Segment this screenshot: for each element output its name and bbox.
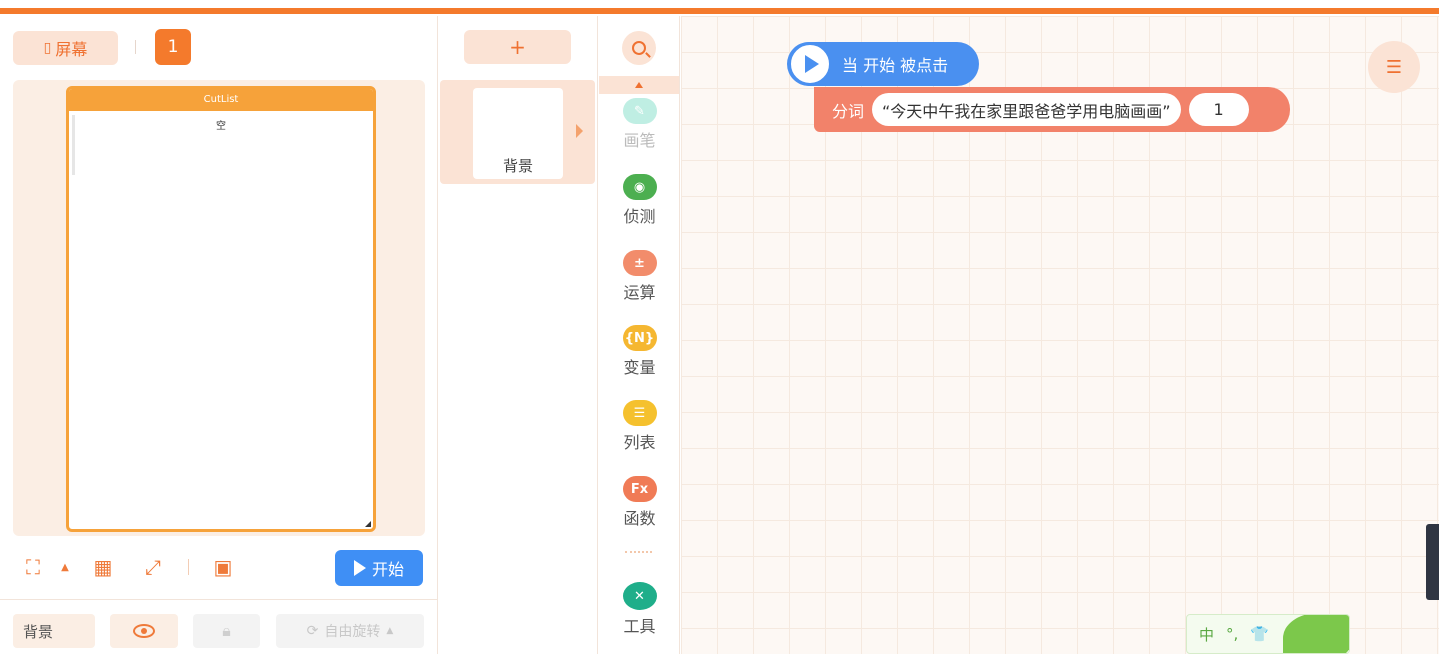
category-sensor[interactable]: ◉ 侦测 [598,174,681,227]
device-body: 空 [69,111,373,529]
sprite-item[interactable]: 背景 [440,80,595,184]
category-panel: ✎ 画笔 ◉ 侦测 ± 运算 {N} 变量 ☰ 列表 Fx 函数 ✕ 工具 [597,16,680,654]
resize-handle[interactable] [365,521,371,527]
category-variable[interactable]: {N} 变量 [598,325,681,378]
add-sprite-button[interactable]: + [464,30,571,64]
category-label: 函数 [623,509,656,528]
category-label: 工具 [623,617,656,636]
number-input-slot[interactable]: 1 [1188,93,1249,126]
stage-panel: ▯ 屏幕 1 CutList 空 ⛶ ▲ ▦ ⤢ ▣ 开始 背景 🔒︎ ⟳ 自由… [0,16,438,654]
play-icon [788,42,832,86]
category-list[interactable]: ☰ 列表 [598,400,681,453]
text-input-slot[interactable]: “今天中午我在家里跟爸爸学用电脑画画” [872,93,1181,126]
target-name-field[interactable]: 背景 [13,614,95,648]
code-workspace[interactable]: 当 开始 被点击 分词 “今天中午我在家里跟爸爸学用电脑画画” 1 ☰ 中 °,… [681,16,1439,654]
ime-mode-toggle[interactable]: 中 [1199,624,1214,645]
list-icon: ☰ [622,400,657,426]
visibility-button[interactable] [110,614,178,648]
filter-search-icon: ☰ [1385,56,1403,78]
hat-block-label: 当 开始 被点击 [842,56,949,75]
top-bar [0,0,1439,16]
ime-skin-icon[interactable]: 👕 [1250,625,1269,643]
sprite-panel: + 背景 [439,16,597,654]
device-scrollbar[interactable] [72,115,75,175]
chevron-up-icon [635,82,643,88]
device-title: CutList [69,89,373,111]
when-start-clicked-block[interactable]: 当 开始 被点击 [787,42,979,86]
lock-icon: 🔒︎ [222,621,231,640]
block-label: 分词 [832,101,865,121]
stage-toolbar: ⛶ ▲ ▦ ⤢ ▣ 开始 [0,548,438,586]
segment-words-block[interactable]: 分词 “今天中午我在家里跟爸爸学用电脑画画” 1 [814,87,1290,132]
chevron-up-icon: ▲ [386,626,394,636]
category-label: 侦测 [623,207,656,226]
rotation-mode-select[interactable]: ⟳ 自由旋转 ▲ [276,614,424,648]
category-label: 列表 [623,433,656,452]
divider [188,559,189,575]
search-button[interactable] [622,31,656,65]
device-preview[interactable]: CutList 空 [66,86,376,532]
ime-punctuation-toggle[interactable]: °, [1226,625,1238,643]
chevron-up-icon[interactable]: ▲ [52,554,78,580]
block-search-button[interactable]: ☰ [1368,41,1420,93]
start-label: 开始 [371,560,404,579]
ime-toolbar[interactable]: 中 °, 👕 [1186,614,1350,654]
rotate-icon: ⟳ [306,623,319,639]
play-icon [353,560,366,576]
category-tools[interactable]: ✕ 工具 [598,582,681,637]
pen-icon: ✎ [622,98,657,124]
tools-icon: ✕ [622,582,657,610]
category-label: 变量 [623,358,656,377]
lock-button[interactable]: 🔒︎ [193,614,260,648]
scroll-up-button[interactable] [599,76,679,94]
rotation-mode-label: 自由旋转 [324,624,381,640]
accent-stripe [0,8,1439,14]
category-pen[interactable]: ✎ 画笔 [598,98,681,151]
category-label: 运算 [623,283,656,302]
divider [625,551,652,554]
preview-icon[interactable]: ▣ [210,554,236,580]
fit-screen-icon[interactable]: ⛶ [20,554,46,580]
phone-icon: ▯ [43,40,52,56]
eye-icon [133,624,155,638]
category-operator[interactable]: ± 运算 [598,250,681,303]
sprite-name: 背景 [502,157,533,175]
leaf-decoration-icon [1283,615,1349,653]
start-button[interactable]: 开始 [335,550,423,586]
sensor-icon: ◉ [622,174,657,200]
category-function[interactable]: Fx 函数 [598,476,681,529]
page-number-button[interactable]: 1 [155,29,191,65]
screen-button[interactable]: ▯ 屏幕 [13,31,118,65]
device-empty-text: 空 [216,121,226,132]
screen-label: 屏幕 [55,40,88,59]
function-icon: Fx [622,476,657,502]
fullscreen-icon[interactable]: ⤢ [140,554,166,580]
chevron-right-icon[interactable] [576,124,583,138]
variable-icon: {N} [622,325,657,351]
grid-icon[interactable]: ▦ [90,554,116,580]
sprite-properties: 背景 🔒︎ ⟳ 自由旋转 ▲ [0,599,438,654]
operator-icon: ± [622,250,657,276]
divider [135,40,136,54]
side-panel-handle[interactable] [1426,524,1439,600]
search-icon [632,41,646,55]
category-label: 画笔 [623,131,656,150]
